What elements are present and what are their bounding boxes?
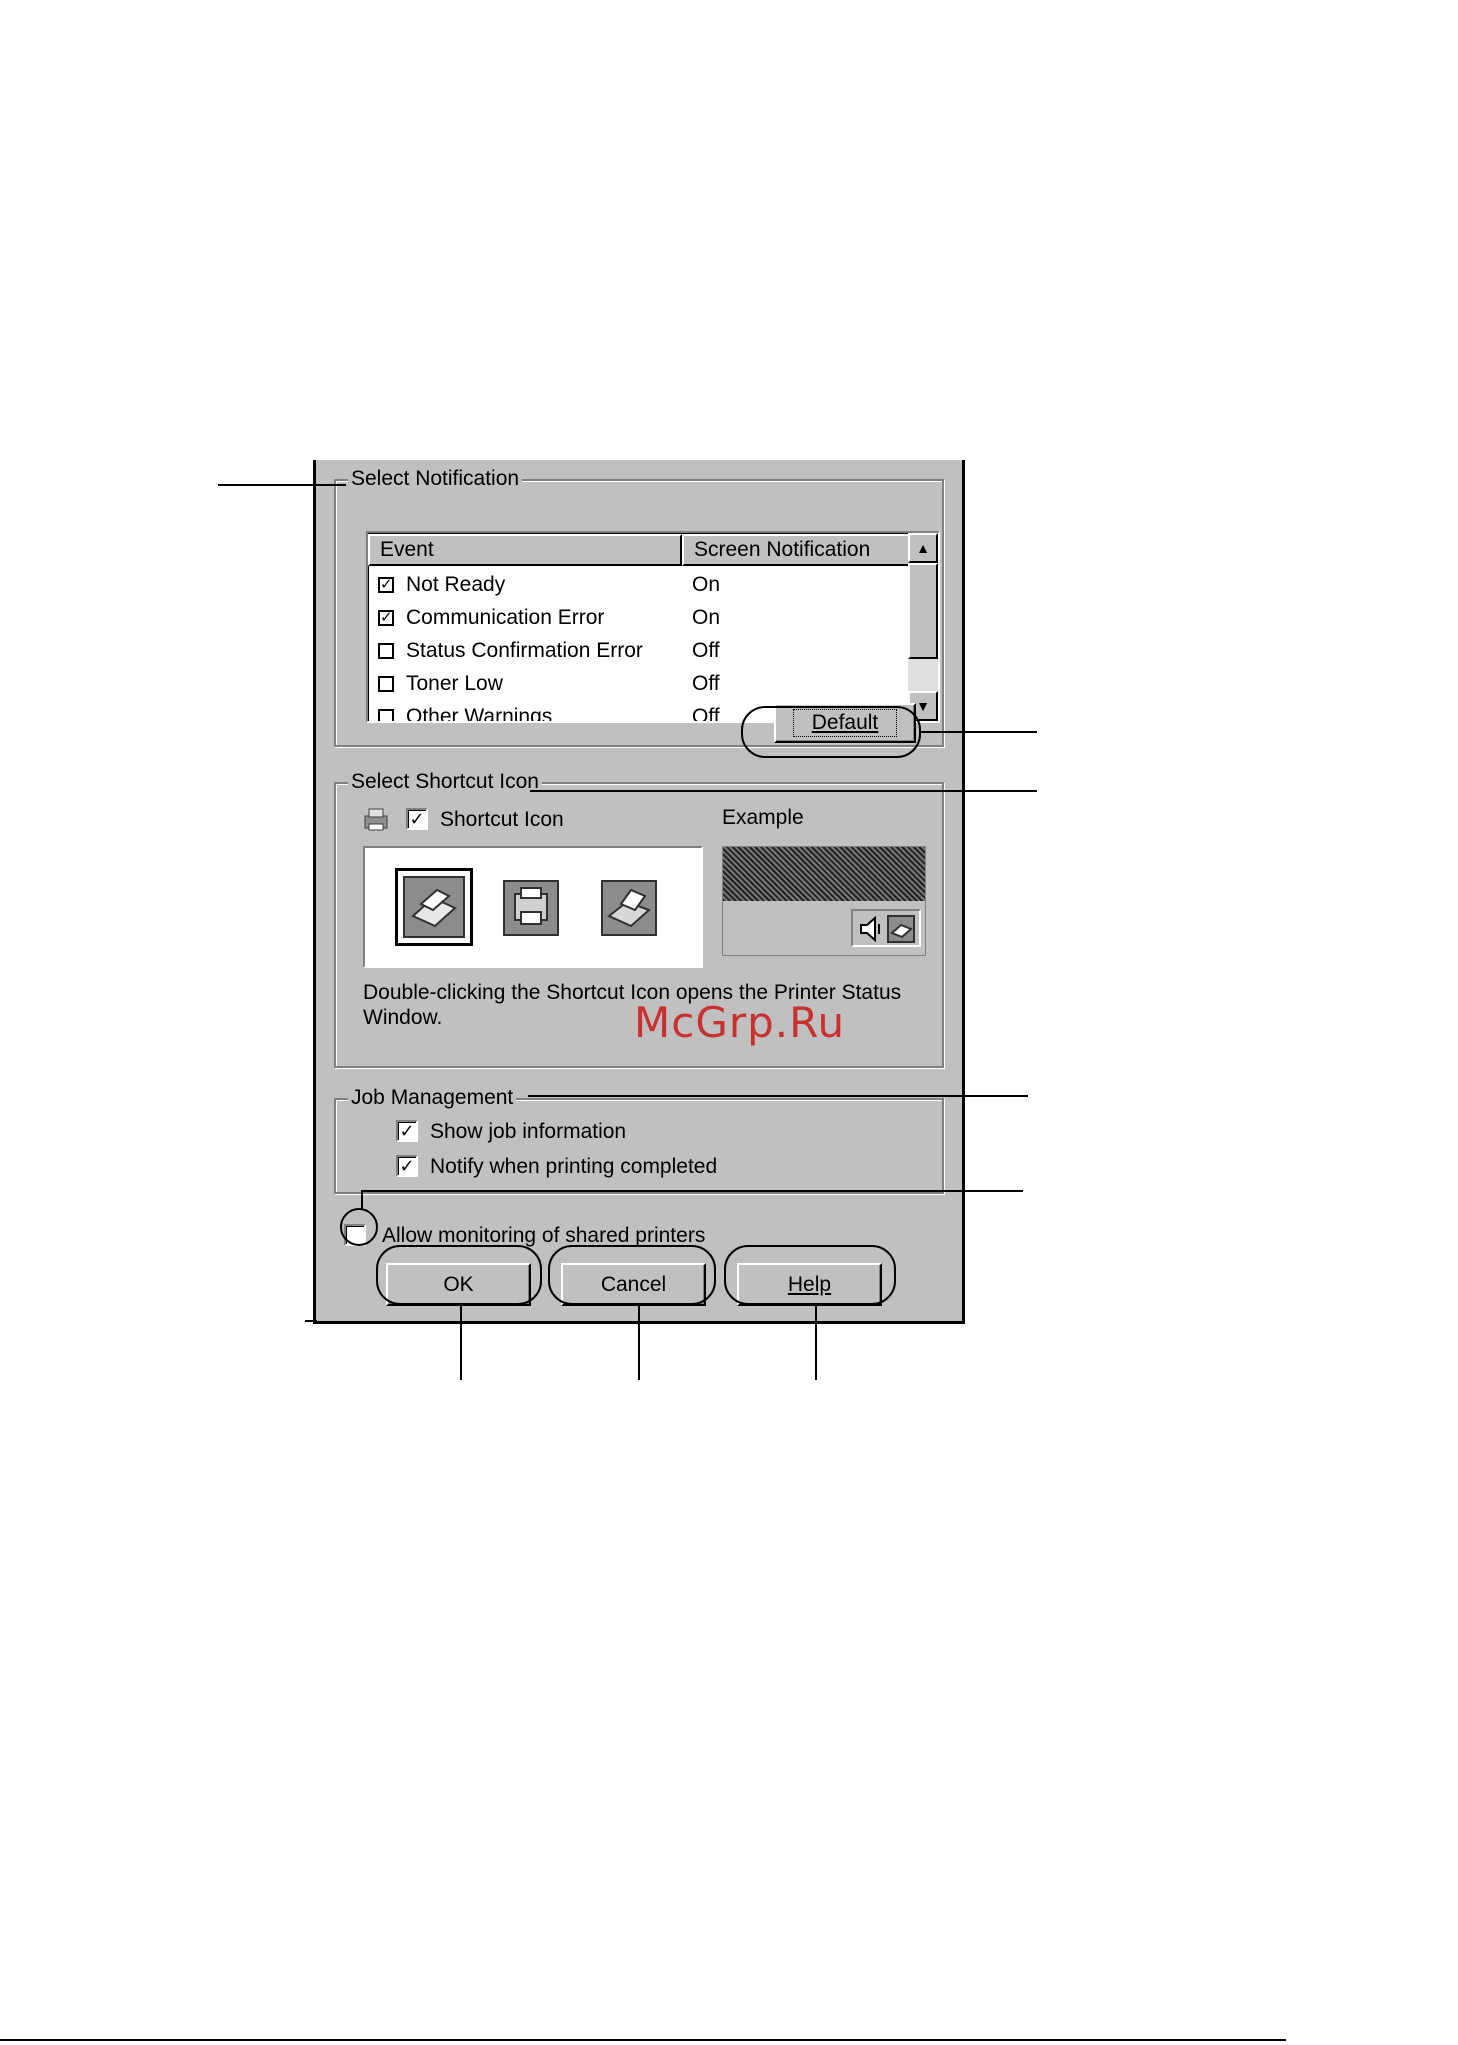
printer-icon-option-1[interactable] bbox=[403, 876, 465, 938]
callout-line-job-management bbox=[528, 1095, 1028, 1097]
printer-icon-option-3[interactable] bbox=[601, 880, 657, 936]
callout-line-cancel bbox=[638, 1305, 640, 1380]
event-checkbox[interactable] bbox=[378, 643, 394, 659]
list-scrollbar[interactable]: ▲ ▼ bbox=[908, 533, 938, 721]
event-name: Status Confirmation Error bbox=[406, 639, 643, 662]
event-checkbox[interactable] bbox=[378, 709, 394, 721]
watermark-text: McGrp.Ru bbox=[634, 998, 846, 1047]
callout-line-select-notification bbox=[218, 484, 346, 486]
show-job-info-checkbox[interactable]: ✓ bbox=[396, 1120, 418, 1142]
scroll-up-arrow-icon[interactable]: ▲ bbox=[908, 533, 938, 563]
event-notification-value: Off bbox=[692, 639, 720, 662]
example-taskbar-pattern bbox=[723, 847, 925, 901]
ok-button[interactable]: OK bbox=[386, 1263, 531, 1306]
shortcut-icon-picker bbox=[363, 846, 703, 968]
select-shortcut-icon-legend: Select Shortcut Icon bbox=[348, 770, 542, 794]
event-name: Communication Error bbox=[406, 606, 605, 629]
list-item[interactable]: Toner Low Off bbox=[368, 668, 908, 700]
callout-line-allow-monitoring-h bbox=[361, 1190, 1023, 1192]
callout-line-dialog-bottom-left bbox=[305, 1320, 317, 1322]
printer-monitoring-dialog: Select Notification Event Screen Notific… bbox=[313, 460, 965, 1324]
printer-small-icon bbox=[364, 808, 388, 831]
notify-completed-label: Notify when printing completed bbox=[430, 1155, 718, 1178]
event-name: Toner Low bbox=[406, 672, 503, 695]
list-item[interactable]: ✓ Not Ready On bbox=[368, 569, 908, 601]
event-checkbox[interactable]: ✓ bbox=[378, 610, 394, 626]
example-label: Example bbox=[722, 806, 804, 829]
notify-completed-checkbox[interactable]: ✓ bbox=[396, 1155, 418, 1177]
default-button[interactable]: Default bbox=[774, 703, 916, 743]
column-header-screen-notification[interactable]: Screen Notification bbox=[682, 534, 912, 566]
select-notification-legend: Select Notification bbox=[348, 467, 523, 491]
scroll-thumb[interactable] bbox=[908, 563, 938, 659]
list-item[interactable]: ✓ Communication Error On bbox=[368, 602, 908, 634]
select-notification-group: Select Notification Event Screen Notific… bbox=[334, 467, 944, 747]
callout-line-shortcut-icon bbox=[530, 790, 1037, 792]
list-item[interactable]: Status Confirmation Error Off bbox=[368, 635, 908, 667]
example-preview bbox=[722, 846, 926, 956]
printer-icon-option-2[interactable] bbox=[503, 880, 559, 936]
help-button[interactable]: Help bbox=[737, 1263, 882, 1306]
callout-line-default bbox=[921, 731, 1037, 733]
callout-line-help bbox=[815, 1305, 817, 1380]
event-notification-value: On bbox=[692, 573, 721, 596]
page-footer-rule bbox=[0, 2039, 1286, 2041]
example-tray bbox=[851, 909, 921, 947]
event-name: Other Warnings bbox=[406, 705, 553, 723]
printer-tray-icon bbox=[887, 915, 915, 943]
show-job-info-label: Show job information bbox=[430, 1120, 627, 1143]
event-checkbox[interactable]: ✓ bbox=[378, 577, 394, 593]
shortcut-icon-label: Shortcut Icon bbox=[440, 808, 564, 831]
column-header-event[interactable]: Event bbox=[368, 534, 682, 566]
job-management-group: Job Management ✓ Show job information ✓ … bbox=[334, 1086, 944, 1194]
event-list[interactable]: Event Screen Notification ✓ Not Ready On ✓ C… bbox=[366, 531, 940, 723]
callout-line-ok bbox=[460, 1305, 462, 1380]
shortcut-icon-checkbox[interactable]: ✓ bbox=[406, 808, 428, 830]
cancel-button[interactable]: Cancel bbox=[561, 1263, 706, 1306]
event-checkbox[interactable] bbox=[378, 676, 394, 692]
speaker-icon bbox=[860, 915, 880, 943]
allow-monitoring-label: Allow monitoring of shared printers bbox=[382, 1224, 706, 1247]
event-notification-value: Off bbox=[692, 672, 720, 695]
job-management-legend: Job Management bbox=[348, 1086, 517, 1110]
event-notification-value: Off bbox=[692, 705, 720, 723]
event-name: Not Ready bbox=[406, 573, 506, 596]
callout-line-allow-monitoring-v bbox=[361, 1190, 363, 1210]
callout-oval-allow-monitoring bbox=[340, 1208, 378, 1246]
event-notification-value: On bbox=[692, 606, 721, 629]
